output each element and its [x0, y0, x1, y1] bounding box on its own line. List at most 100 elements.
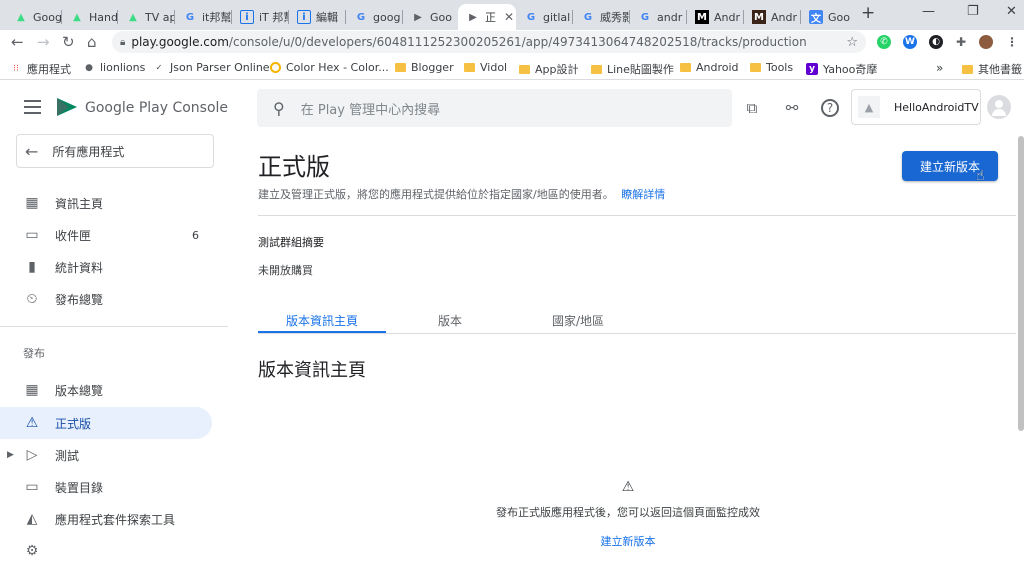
sidebar-item-partial[interactable]: ⚙	[0, 535, 212, 567]
ithome-icon: i	[240, 10, 254, 24]
new-tab-button[interactable]: +	[861, 3, 875, 23]
empty-state-message: 發布正式版應用程式後，您可以返回這個頁面監控成效	[496, 506, 760, 519]
bookmark-folder[interactable]: Vidol	[464, 61, 507, 74]
folder-icon	[680, 63, 691, 72]
sidebar-item-testing[interactable]: ▶ ▷ 測試	[0, 439, 212, 471]
search-box[interactable]: ⚲ 在 Play 管理中心內搜尋	[257, 89, 732, 127]
folder-icon	[962, 64, 973, 74]
reload-icon[interactable]: ↻	[62, 33, 75, 51]
help-icon[interactable]: ?	[821, 99, 839, 117]
dark-mode-extension-icon[interactable]: ◐	[929, 35, 943, 49]
sidebar-item-bundle-explorer[interactable]: ◭ 應用程式套件探索工具	[0, 503, 212, 535]
sidebar-item-production[interactable]: ⚠ 正式版	[0, 407, 212, 439]
folder-icon	[464, 63, 475, 72]
cursor-hand-icon: ☝	[976, 168, 985, 184]
play-console-icon: ▶	[414, 11, 422, 23]
close-tab-icon[interactable]: ✕	[504, 10, 514, 24]
android-icon: ▲	[858, 96, 880, 118]
page-scrollbar[interactable]	[1018, 136, 1024, 431]
learn-more-link[interactable]: 瞭解詳情	[621, 188, 665, 201]
extensions-puzzle-icon[interactable]: ✚	[954, 35, 968, 49]
home-icon[interactable]: ⌂	[87, 33, 97, 51]
browser-tab[interactable]: Git邦幫	[175, 4, 232, 30]
bar-chart-icon: ▮	[28, 259, 36, 275]
avatar[interactable]	[987, 95, 1011, 119]
brand-title: Google Play Console	[85, 100, 229, 116]
feedback-icon[interactable]: ⧉	[742, 98, 762, 118]
bookmark-apps[interactable]: ⁝⁝ 應用程式	[10, 61, 71, 77]
bookmark-other[interactable]: 其他書籤	[962, 61, 1022, 77]
minimize-icon[interactable]: —	[922, 4, 935, 19]
browser-tab[interactable]: Gandr	[630, 4, 687, 30]
developer-account-switcher[interactable]: ▲ HelloAndroidTV	[851, 89, 981, 125]
tab-release-dashboard[interactable]: 版本資訊主頁	[258, 312, 386, 329]
browser-tab[interactable]: Ggitlal	[516, 4, 573, 30]
link-icon[interactable]: ⚯	[782, 98, 802, 118]
browser-tab[interactable]: ▲ TV ap	[118, 4, 175, 30]
browser-tab[interactable]: ▶ Goo	[403, 4, 458, 30]
google-icon: G	[356, 11, 366, 23]
translate-icon: 文	[809, 10, 823, 25]
w-extension-icon[interactable]: W	[903, 35, 917, 49]
sidebar-item-inbox[interactable]: ▭ 收件匣 6	[0, 219, 212, 251]
browser-tab[interactable]: i iT 邦幫	[232, 4, 289, 30]
bookmark-folder[interactable]: Android	[680, 61, 739, 74]
expand-arrow-icon[interactable]: ▶	[7, 450, 14, 460]
forward-arrow-icon[interactable]: →	[37, 33, 50, 51]
star-icon[interactable]: ☆	[846, 35, 858, 50]
bookmark-json-parser[interactable]: ✓ Json Parser Online	[153, 61, 270, 74]
sidebar-item-publishing-overview[interactable]: ⏲ 發布總覽	[0, 283, 212, 315]
address-bar[interactable]: 🔒︎ play.google.com/console/u/0/developer…	[112, 31, 866, 53]
bookmark-yahoo[interactable]: y Yahoo奇摩	[806, 61, 877, 77]
tab-releases[interactable]: 版本	[386, 312, 514, 329]
sidebar-item-statistics[interactable]: ▮ 統計資料	[0, 251, 212, 283]
browser-tab[interactable]: ▲ Hand	[62, 4, 118, 30]
production-icon: ⚠	[25, 415, 39, 431]
google-icon: G	[185, 11, 195, 23]
close-window-icon[interactable]: ✕	[1006, 4, 1017, 19]
browser-tab-active[interactable]: ▶ 正 ✕	[458, 4, 516, 30]
availability-status: 未開放購買	[258, 264, 313, 277]
bookmark-color-hex[interactable]: Color Hex - Color...	[270, 61, 389, 74]
whatsapp-extension-icon[interactable]: ✆	[877, 35, 891, 49]
android-icon: ▲	[73, 11, 81, 23]
section-title: 版本資訊主頁	[258, 360, 366, 381]
android-icon: ▲	[17, 11, 25, 23]
bookmarks-overflow-button[interactable]: »	[936, 61, 943, 75]
devices-icon: ▭	[25, 479, 39, 495]
inbox-count-badge: 6	[192, 228, 199, 242]
address-path: /console/u/0/developers/6048111252300205…	[228, 35, 807, 49]
dashboard-icon: ▦	[25, 195, 39, 211]
profile-avatar[interactable]	[979, 35, 993, 49]
browser-tab-strip: ▲ Goog ▲ Hand ▲ TV ap Git邦幫 i iT 邦幫 i 編輯 Ggoo…	[0, 0, 1024, 30]
inbox-icon: ▭	[25, 227, 39, 243]
browser-tab[interactable]: M Andr	[687, 4, 744, 30]
bookmark-lionlions[interactable]: ● lionlions	[83, 61, 145, 74]
bookmark-folder[interactable]: App設計	[519, 61, 579, 77]
bookmark-folder[interactable]: Line貼圖製作	[591, 61, 674, 77]
all-apps-button[interactable]: ← 所有應用程式	[16, 134, 214, 168]
back-arrow-icon[interactable]: ←	[11, 33, 24, 51]
sidebar-divider	[0, 326, 228, 327]
bookmark-folder[interactable]: Tools	[750, 61, 793, 74]
browser-tab[interactable]: 文 Goo	[801, 4, 851, 30]
sidebar-item-release-overview[interactable]: ▦ 版本總覽	[0, 374, 212, 406]
test-group-summary-label: 測試群組摘要	[258, 236, 324, 249]
browser-tab[interactable]: i 編輯	[289, 4, 346, 30]
bookmark-folder[interactable]: Blogger	[395, 61, 454, 74]
browser-tab[interactable]: ▲ Goog	[6, 4, 62, 30]
menu-icon[interactable]	[24, 100, 41, 114]
restore-icon[interactable]: ❐	[967, 4, 979, 19]
browser-tab[interactable]: Ggoog	[346, 4, 403, 30]
tab-countries[interactable]: 國家/地區	[514, 312, 642, 329]
search-input[interactable]: 在 Play 管理中心內搜尋	[301, 99, 440, 118]
bundle-explorer-icon: ◭	[26, 511, 38, 527]
play-console-icon: ▶	[469, 11, 477, 23]
sidebar-item-device-catalog[interactable]: ▭ 裝置目錄	[0, 471, 212, 503]
json-icon: ✓	[155, 63, 163, 72]
browser-tab[interactable]: G 威秀影	[573, 4, 630, 30]
sidebar-section-release: 發布	[23, 347, 45, 360]
sidebar-item-dashboard[interactable]: ▦ 資訊主頁	[0, 187, 212, 219]
browser-tab[interactable]: M Andr	[744, 4, 801, 30]
more-vert-icon[interactable]: ⋮	[1005, 35, 1019, 49]
